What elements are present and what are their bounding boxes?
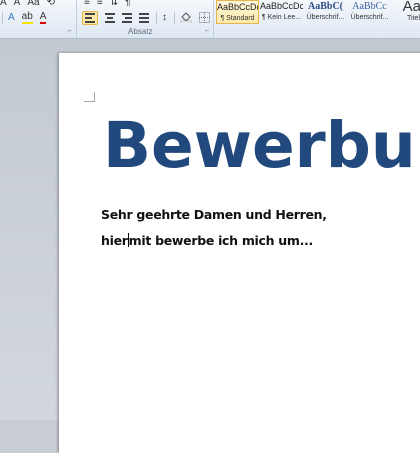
align-right-button[interactable] bbox=[122, 12, 132, 24]
increase-indent-button[interactable]: ≡ bbox=[97, 0, 103, 8]
salutation-text[interactable]: Sehr geehrte Damen und Herren, bbox=[101, 207, 327, 222]
show-formatting-button[interactable]: ¶ bbox=[125, 0, 130, 8]
shrink-font-button[interactable]: A bbox=[14, 0, 21, 8]
font-group-row1: A A Aa ⟲ bbox=[0, 0, 62, 10]
style-standard[interactable]: AaBbCcDc ¶ Standard bbox=[216, 0, 259, 24]
style-title[interactable]: Aal Titel bbox=[392, 0, 420, 24]
paragraph-dialog-launcher-icon[interactable]: ⌐ bbox=[205, 28, 209, 35]
shading-button[interactable] bbox=[180, 12, 192, 23]
font-color-button[interactable]: A bbox=[39, 11, 47, 24]
paragraph-group-row1: ≡ ≡ ⇅ ¶ bbox=[84, 0, 137, 10]
paragraph-group-row2: ↕ bbox=[82, 10, 217, 25]
justify-button[interactable] bbox=[139, 12, 149, 24]
style-preview: AaBbCc bbox=[352, 1, 387, 12]
document-title[interactable]: Bewerbung bbox=[103, 111, 420, 181]
style-name: Überschrif... bbox=[306, 14, 345, 21]
style-heading-1[interactable]: AaBbC( Überschrif... bbox=[304, 0, 347, 24]
align-center-icon bbox=[105, 12, 115, 24]
font-dialog-launcher-icon[interactable]: ⌐ bbox=[68, 28, 72, 35]
align-left-button[interactable] bbox=[82, 10, 98, 25]
paint-bucket-icon bbox=[180, 12, 192, 23]
clear-formatting-button[interactable]: ⟲ bbox=[47, 0, 55, 8]
style-no-spacing[interactable]: AaBbCcDc ¶ Kein Lee... bbox=[260, 0, 303, 24]
paragraph-group-label: Absatz bbox=[128, 27, 153, 36]
document-page[interactable]: Bewerbung Sehr geehrte Damen und Herren,… bbox=[59, 53, 420, 453]
group-divider bbox=[76, 0, 77, 38]
group-divider bbox=[213, 0, 214, 38]
style-name: ¶ Kein Lee... bbox=[261, 14, 302, 21]
style-name: ¶ Standard bbox=[220, 15, 255, 22]
divider bbox=[174, 11, 175, 24]
grow-font-button[interactable]: A bbox=[0, 0, 7, 8]
style-preview: AaBbC( bbox=[307, 1, 343, 12]
body-text-line[interactable]: hiermit bewerbe ich mich um... bbox=[101, 233, 313, 248]
sort-button[interactable]: ⇅ bbox=[110, 0, 118, 8]
styles-gallery: AaBbCcDc ¶ Standard AaBbCcDc ¶ Kein Lee.… bbox=[216, 0, 420, 26]
document-canvas: Bewerbung Sehr geehrte Damen und Herren,… bbox=[0, 39, 420, 453]
borders-icon bbox=[199, 12, 210, 23]
borders-button[interactable] bbox=[199, 12, 210, 23]
align-left-icon bbox=[85, 12, 95, 24]
ribbon: A A Aa ⟲ A ab A ⌐ ≡ ≡ ⇅ ¶ ↕ Absatz ⌐ AaB… bbox=[0, 0, 420, 39]
style-preview: AaBbCcDc bbox=[217, 2, 259, 12]
decrease-indent-button[interactable]: ≡ bbox=[84, 0, 90, 8]
text-effects-button[interactable]: A bbox=[8, 12, 15, 23]
margin-corner-mark bbox=[84, 101, 94, 102]
style-name: Überschrif... bbox=[350, 14, 389, 21]
font-group-row2: A ab A bbox=[2, 10, 53, 25]
divider bbox=[156, 11, 157, 24]
divider bbox=[2, 11, 3, 24]
style-name: Titel bbox=[407, 15, 420, 22]
margin-corner-mark bbox=[94, 92, 95, 102]
style-heading-2[interactable]: AaBbCc Überschrif... bbox=[348, 0, 391, 24]
style-preview: Aal bbox=[402, 0, 420, 15]
text-before-cursor: hier bbox=[101, 233, 128, 248]
justify-icon bbox=[139, 12, 149, 24]
style-preview: AaBbCcDc bbox=[260, 1, 303, 11]
align-center-button[interactable] bbox=[105, 12, 115, 24]
change-case-button[interactable]: Aa bbox=[27, 0, 39, 8]
align-right-icon bbox=[122, 12, 132, 24]
line-spacing-button[interactable]: ↕ bbox=[162, 12, 167, 23]
highlight-color-button[interactable]: ab bbox=[21, 11, 33, 24]
text-after-cursor: mit bewerbe ich mich um... bbox=[128, 233, 314, 248]
